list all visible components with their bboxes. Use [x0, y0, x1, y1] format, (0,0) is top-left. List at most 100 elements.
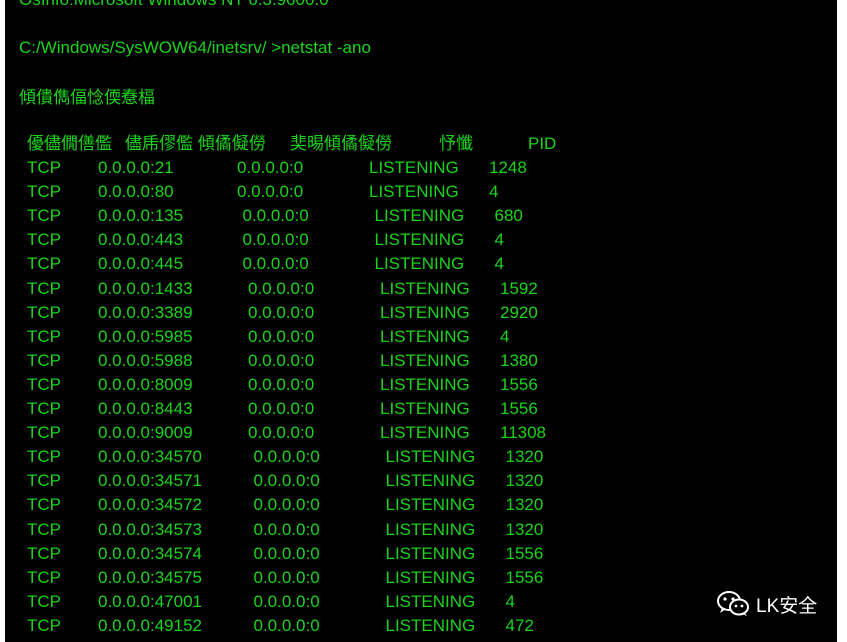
- cell-state: LISTENING: [385, 567, 476, 587]
- header-proto: 優儘僩僐儖: [27, 134, 112, 153]
- cell-local-address: 0.0.0.0:34575: [98, 567, 202, 587]
- cell-pid: 1556: [500, 374, 538, 394]
- cell-proto: TCP: [27, 567, 61, 587]
- cell-state: LISTENING: [380, 350, 470, 370]
- cell-pid: 4: [489, 182, 499, 202]
- cell-foreign-address: 0.0.0.0:0: [248, 350, 315, 370]
- table-row: TCP 0.0.0.0:443 0.0.0.0:0 LISTENING 4: [5, 229, 837, 253]
- cell-foreign-address: 0.0.0.0:0: [248, 399, 315, 418]
- cell-local-address: 0.0.0.0:135: [98, 206, 184, 226]
- cell-local-address: 0.0.0.0:443: [98, 230, 184, 250]
- cell-foreign-address: 0.0.0.0:0: [253, 495, 320, 515]
- cell-pid: 1320: [505, 495, 544, 515]
- cell-local-address: 0.0.0.0:21: [98, 158, 174, 177]
- cell-pid: 472: [505, 615, 534, 635]
- cell-foreign-address: 0.0.0.0:0: [237, 182, 304, 202]
- cell-foreign-address: 0.0.0.0:0: [242, 206, 309, 226]
- cell-foreign-address: 0.0.0.0:0: [242, 230, 309, 250]
- cell-foreign-address: 0.0.0.0:0: [237, 158, 304, 177]
- cell-proto: TCP: [27, 206, 61, 226]
- table-row: TCP 0.0.0.0:34570 0.0.0.0:0 LISTENING 1320: [5, 446, 837, 470]
- cell-state: LISTENING: [374, 254, 465, 274]
- cell-state: LISTENING: [380, 399, 470, 418]
- cell-pid: 1592: [500, 278, 538, 298]
- cell-foreign-address: 0.0.0.0:0: [253, 615, 320, 635]
- cell-proto: TCP: [27, 543, 61, 563]
- cell-state: LISTENING: [385, 447, 476, 467]
- table-row: TCP 0.0.0.0:5988 0.0.0.0:0 LISTENING 1380: [5, 350, 837, 374]
- cell-foreign-address: 0.0.0.0:0: [248, 326, 315, 346]
- header-state: 忬懺: [439, 134, 473, 153]
- cell-foreign-address: 0.0.0.0:0: [253, 567, 320, 587]
- table-row: TCP 0.0.0.0:47001 0.0.0.0:0 LISTENING 4: [5, 591, 837, 615]
- cell-state: LISTENING: [380, 326, 470, 346]
- cell-local-address: 0.0.0.0:49152: [98, 615, 202, 635]
- cell-state: LISTENING: [374, 206, 465, 226]
- cell-pid: 1320: [505, 471, 544, 491]
- cell-state: LISTENING: [369, 182, 459, 202]
- cell-foreign-address: 0.0.0.0:0: [253, 471, 320, 491]
- cell-pid: 1248: [489, 158, 527, 177]
- cell-local-address: 0.0.0.0:80: [98, 182, 174, 202]
- table-row: TCP 0.0.0.0:34574 0.0.0.0:0 LISTENING 1556: [5, 543, 837, 567]
- cell-local-address: 0.0.0.0:9009: [98, 423, 193, 443]
- command-line: C:/Windows/SysWOW64/inetsrv/ >netstat -a…: [19, 38, 371, 57]
- cell-pid: 4: [500, 326, 510, 346]
- cell-proto: TCP: [27, 615, 61, 635]
- cell-proto: TCP: [27, 158, 61, 177]
- cell-pid: 11308: [500, 423, 547, 443]
- cell-local-address: 0.0.0.0:445: [98, 254, 184, 274]
- cell-pid: 1380: [500, 350, 538, 370]
- wechat-icon: [716, 590, 750, 618]
- cell-proto: TCP: [27, 495, 61, 515]
- cell-foreign-address: 0.0.0.0:0: [248, 302, 315, 322]
- cell-foreign-address: 0.0.0.0:0: [253, 447, 320, 467]
- table-row: TCP 0.0.0.0:5985 0.0.0.0:0 LISTENING 4: [5, 326, 837, 350]
- cell-pid: 4: [494, 230, 504, 250]
- cell-local-address: 0.0.0.0:34574: [98, 543, 202, 563]
- cell-state: LISTENING: [380, 278, 470, 298]
- cell-foreign-address: 0.0.0.0:0: [248, 278, 315, 298]
- cell-proto: TCP: [27, 278, 61, 298]
- cell-proto: TCP: [27, 302, 61, 322]
- cell-state: LISTENING: [385, 615, 476, 635]
- header-pid: PID: [528, 134, 557, 153]
- cell-proto: TCP: [27, 423, 61, 443]
- cell-state: LISTENING: [369, 158, 459, 177]
- table-row: TCP 0.0.0.0:9009 0.0.0.0:0 LISTENING 11308: [5, 422, 837, 446]
- window-edge: [837, 0, 847, 642]
- cell-foreign-address: 0.0.0.0:0: [253, 519, 320, 539]
- cell-local-address: 0.0.0.0:8009: [98, 374, 193, 394]
- cell-local-address: 0.0.0.0:34571: [98, 471, 202, 491]
- table-row: TCP 0.0.0.0:21 0.0.0.0:0 LISTENING 1248: [5, 157, 837, 181]
- table-row: TCP 0.0.0.0:445 0.0.0.0:0 LISTENING 4: [5, 253, 837, 277]
- table-row: TCP 0.0.0.0:80 0.0.0.0:0 LISTENING 4: [5, 181, 837, 205]
- cell-foreign-address: 0.0.0.0:0: [242, 254, 309, 274]
- cell-state: LISTENING: [380, 423, 470, 443]
- cell-proto: TCP: [27, 230, 61, 250]
- cell-local-address: 0.0.0.0:34572: [98, 495, 202, 515]
- cell-state: LISTENING: [380, 374, 470, 394]
- cell-local-address: 0.0.0.0:34570: [98, 447, 202, 467]
- cell-proto: TCP: [27, 326, 61, 346]
- cell-pid: 1320: [505, 447, 544, 467]
- cell-proto: TCP: [27, 471, 61, 491]
- cell-pid: 1556: [505, 567, 544, 587]
- table-row: TCP 0.0.0.0:34571 0.0.0.0:0 LISTENING 1320: [5, 470, 837, 494]
- cell-pid: 1556: [505, 543, 544, 563]
- terminal-window[interactable]: OsInfo:Microsoft Windows NT 6.3.9600.0 C…: [5, 0, 837, 642]
- table-row: TCP 0.0.0.0:34573 0.0.0.0:0 LISTENING 1320: [5, 519, 837, 543]
- table-row: TCP 0.0.0.0:3389 0.0.0.0:0 LISTENING 2920: [5, 302, 837, 326]
- cell-local-address: 0.0.0.0:3389: [98, 302, 193, 322]
- cell-pid: 4: [505, 591, 515, 611]
- cell-local-address: 0.0.0.0:47001: [98, 591, 202, 611]
- cell-proto: TCP: [27, 374, 61, 394]
- cell-proto: TCP: [27, 447, 61, 467]
- table-row: TCP 0.0.0.0:34575 0.0.0.0:0 LISTENING 1556: [5, 567, 837, 591]
- cell-proto: TCP: [27, 182, 61, 202]
- netstat-header-row: 優儘僩僐儖 儘乕僇儖 傾僪儗僗 奜晹傾僪儗僗 忬懺 PID: [5, 133, 837, 157]
- cell-state: LISTENING: [385, 591, 476, 611]
- table-row: TCP 0.0.0.0:8443 0.0.0.0:0 LISTENING 1556: [5, 398, 837, 422]
- cell-proto: TCP: [27, 350, 61, 370]
- os-info-line: OsInfo:Microsoft Windows NT 6.3.9600.0: [19, 0, 329, 11]
